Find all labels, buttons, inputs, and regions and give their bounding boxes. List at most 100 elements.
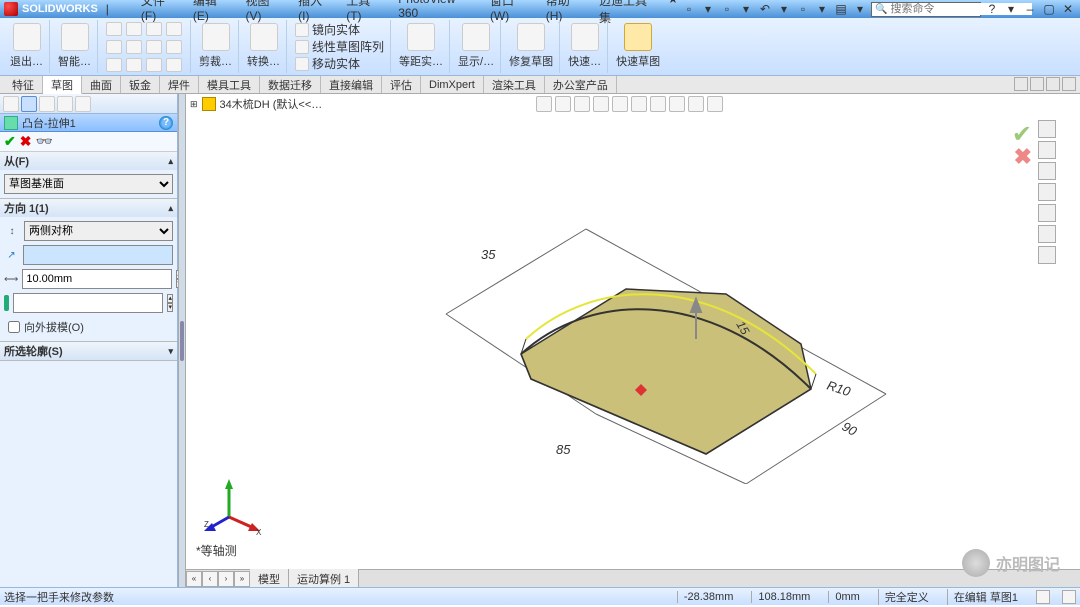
- tab-scroll-first-icon[interactable]: «: [186, 571, 202, 587]
- tab-mold[interactable]: 模具工具: [199, 76, 260, 93]
- display-manager-tab-icon[interactable]: [75, 96, 91, 112]
- tab-scroll-prev-icon[interactable]: ‹: [202, 571, 218, 587]
- ribbon-smart-dimension[interactable]: 智能…: [52, 20, 98, 73]
- ribbon-mirror[interactable]: 镜向实体: [295, 21, 360, 38]
- file-explorer-icon[interactable]: [1038, 162, 1056, 180]
- cmdtab-close-icon[interactable]: [1062, 77, 1076, 91]
- feature-tree-tab-icon[interactable]: [3, 96, 19, 112]
- direction-vector-icon[interactable]: ↗: [4, 247, 19, 263]
- tab-model[interactable]: 模型: [250, 569, 289, 588]
- tab-render[interactable]: 渲染工具: [484, 76, 545, 93]
- tab-motion-study[interactable]: 运动算例 1: [289, 569, 359, 588]
- plane-icon[interactable]: [166, 58, 182, 72]
- spin-up-icon[interactable]: ▴: [167, 294, 173, 303]
- cancel-icon[interactable]: ✖: [20, 133, 32, 150]
- tab-direct-edit[interactable]: 直接编辑: [321, 76, 382, 93]
- selection-icon[interactable]: ▤: [833, 1, 849, 17]
- flyout-tree[interactable]: ⊞ 34木梳DH (默认<<…: [190, 96, 322, 112]
- end-condition-select[interactable]: 两侧对称: [24, 221, 173, 241]
- direction1-header[interactable]: 方向 1(1) ▴: [0, 199, 177, 217]
- ribbon-repair[interactable]: 修复草图: [503, 20, 560, 73]
- redo-icon[interactable]: ▾: [776, 1, 792, 17]
- slot-icon[interactable]: [126, 40, 142, 54]
- zoom-fit-icon[interactable]: [536, 96, 552, 112]
- ribbon-exit[interactable]: 退出…: [4, 20, 50, 73]
- line-icon[interactable]: [106, 22, 122, 36]
- text-icon[interactable]: [146, 58, 162, 72]
- ribbon-trim[interactable]: 剪裁…: [193, 20, 239, 73]
- display-style-icon[interactable]: [631, 96, 647, 112]
- circle-icon[interactable]: [146, 22, 162, 36]
- config-manager-tab-icon[interactable]: [39, 96, 55, 112]
- apply-scene-icon[interactable]: [688, 96, 704, 112]
- depth-input[interactable]: [22, 269, 172, 289]
- sw-resources-icon[interactable]: [1038, 120, 1056, 138]
- custom-props-icon[interactable]: [1038, 225, 1056, 243]
- edit-appearance-icon[interactable]: [669, 96, 685, 112]
- maximize-icon[interactable]: ▢: [1041, 1, 1057, 17]
- help-icon[interactable]: ?: [984, 1, 1000, 17]
- tab-scroll-last-icon[interactable]: »: [234, 571, 250, 587]
- ribbon-convert[interactable]: 转换…: [241, 20, 287, 73]
- tab-office[interactable]: 办公室产品: [545, 76, 617, 93]
- draft-icon[interactable]: [4, 295, 9, 311]
- tree-expand-icon[interactable]: ⊞: [190, 99, 198, 110]
- graphics-viewport[interactable]: ⊞ 34木梳DH (默认<<… ✔ ✖: [186, 94, 1080, 587]
- ribbon-linear-pattern[interactable]: 线性草图阵列: [295, 38, 384, 55]
- appearances-icon[interactable]: [1038, 204, 1056, 222]
- ribbon-display[interactable]: 显示/…: [452, 20, 501, 73]
- command-search[interactable]: 🔍: [871, 2, 981, 17]
- status-custom-icon[interactable]: [1062, 590, 1076, 604]
- tab-data-migration[interactable]: 数据迁移: [260, 76, 321, 93]
- tab-features[interactable]: 特征: [4, 76, 43, 93]
- view-orientation-icon[interactable]: [612, 96, 628, 112]
- orientation-triad-icon[interactable]: Y X Z: [204, 477, 264, 537]
- cmdtab-restore-icon[interactable]: [1046, 77, 1060, 91]
- dropdown-icon[interactable]: ▾: [1003, 1, 1019, 17]
- feature-help-icon[interactable]: ?: [159, 116, 173, 130]
- open-icon[interactable]: ▾: [700, 1, 716, 17]
- new-icon[interactable]: ▫: [681, 1, 697, 17]
- detailed-preview-icon[interactable]: 👓: [35, 133, 52, 150]
- more-icon[interactable]: ▾: [852, 1, 868, 17]
- draft-angle-input[interactable]: [13, 293, 163, 313]
- previous-view-icon[interactable]: [574, 96, 590, 112]
- confirm-corner-cancel-icon[interactable]: ✖: [1014, 144, 1032, 170]
- save-icon[interactable]: ▫: [719, 1, 735, 17]
- rect-icon[interactable]: [126, 22, 142, 36]
- tab-dimxpert[interactable]: DimXpert: [421, 76, 484, 93]
- draft-outward-checkbox[interactable]: [8, 321, 20, 333]
- property-manager-tab-icon[interactable]: [21, 96, 37, 112]
- ribbon-offset[interactable]: 等距实…: [393, 20, 450, 73]
- section-view-icon[interactable]: [593, 96, 609, 112]
- ribbon-quick-sketch[interactable]: 快速草图: [610, 20, 666, 73]
- fillet-icon[interactable]: [166, 40, 182, 54]
- undo-icon[interactable]: ↶: [757, 1, 773, 17]
- options-icon[interactable]: ▫: [795, 1, 811, 17]
- zoom-area-icon[interactable]: [555, 96, 571, 112]
- design-library-icon[interactable]: [1038, 141, 1056, 159]
- tab-scroll-next-icon[interactable]: ›: [218, 571, 234, 587]
- from-header[interactable]: 从(F) ▴: [0, 152, 177, 170]
- ribbon-quick-snap[interactable]: 快速…: [562, 20, 608, 73]
- rebuild-icon[interactable]: ▾: [814, 1, 830, 17]
- expand-icon[interactable]: ▾: [168, 346, 173, 357]
- from-select[interactable]: 草图基准面: [4, 174, 173, 194]
- panel-splitter[interactable]: [178, 94, 186, 587]
- tab-weldments[interactable]: 焊件: [160, 76, 199, 93]
- forum-icon[interactable]: [1038, 246, 1056, 264]
- status-unit-icon[interactable]: [1036, 590, 1050, 604]
- print-icon[interactable]: ▾: [738, 1, 754, 17]
- selected-contours-header[interactable]: 所选轮廓(S) ▾: [0, 342, 177, 360]
- view-settings-icon[interactable]: [707, 96, 723, 112]
- spline-icon[interactable]: [106, 40, 122, 54]
- tab-sketch[interactable]: 草图: [43, 76, 82, 94]
- ribbon-move[interactable]: 移动实体: [295, 55, 360, 72]
- collapse-icon[interactable]: ▴: [168, 156, 173, 167]
- tab-evaluate[interactable]: 评估: [382, 76, 421, 93]
- direction-vector-input[interactable]: [23, 245, 173, 265]
- view-palette-icon[interactable]: [1038, 183, 1056, 201]
- cmdtab-min-icon[interactable]: [1014, 77, 1028, 91]
- tab-sheetmetal[interactable]: 钣金: [121, 76, 160, 93]
- point-icon[interactable]: [126, 58, 142, 72]
